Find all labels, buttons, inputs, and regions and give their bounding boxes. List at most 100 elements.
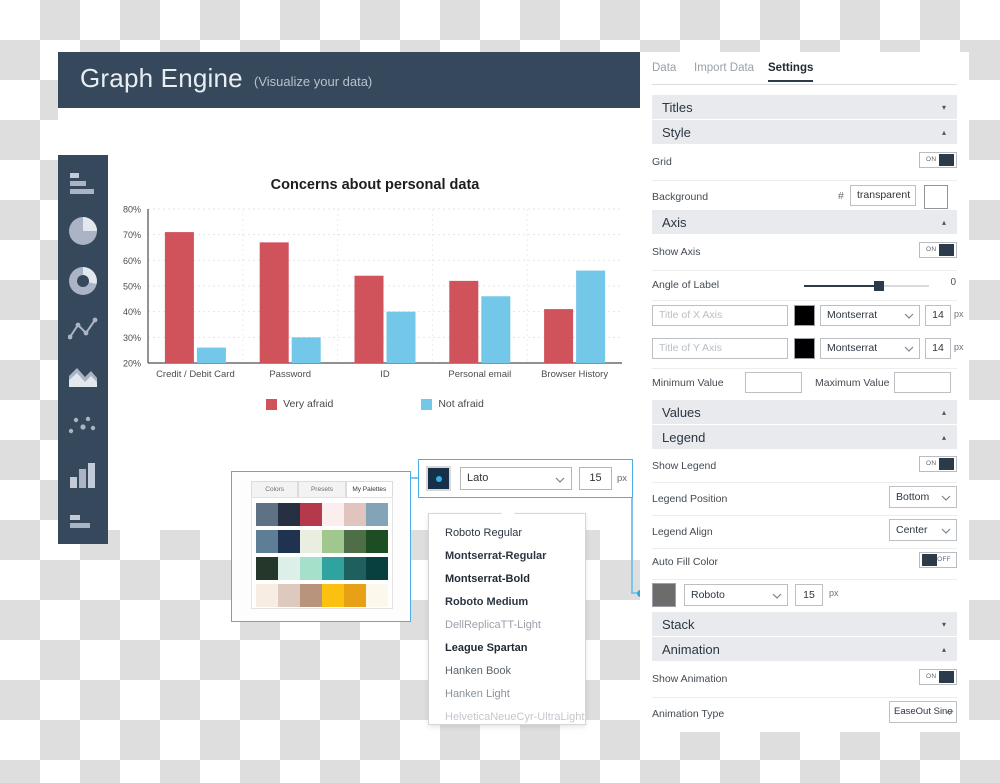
angle-slider-knob[interactable] xyxy=(874,281,884,291)
font-option[interactable]: Roboto Regular xyxy=(429,522,522,545)
palette-swatch[interactable] xyxy=(278,584,300,607)
tab-data[interactable]: Data xyxy=(652,62,676,80)
legend-font-color-swatch[interactable] xyxy=(652,583,676,607)
palette-swatch[interactable] xyxy=(344,584,366,607)
font-option[interactable]: Hanken Book xyxy=(429,660,511,683)
show-animation-toggle[interactable]: ON xyxy=(919,669,957,685)
show-axis-toggle[interactable]: ON xyxy=(919,242,957,258)
chevron-down-icon xyxy=(555,472,565,493)
grid-toggle[interactable]: ON xyxy=(919,152,957,168)
section-header-legend[interactable]: Legend ▴ xyxy=(652,425,957,450)
bar[interactable] xyxy=(291,337,321,363)
horizontal-bar-chart-icon[interactable] xyxy=(58,159,108,207)
font-option[interactable]: Montserrat-Bold xyxy=(429,568,530,591)
legend-item[interactable]: Very afraid xyxy=(266,398,333,410)
font-option[interactable]: League Spartan xyxy=(429,637,528,660)
legend-position-select[interactable]: Bottom xyxy=(889,486,957,508)
bar[interactable] xyxy=(386,311,416,363)
palette-swatch[interactable] xyxy=(322,584,344,607)
bar[interactable] xyxy=(544,309,574,363)
chevron-up-icon: ▴ xyxy=(941,128,946,137)
font-family-dropdown-list[interactable]: Roboto Regular Montserrat-Regular Montserr… xyxy=(428,506,586,725)
palette-swatch[interactable] xyxy=(300,584,322,607)
bar[interactable] xyxy=(196,347,226,363)
palette-row[interactable] xyxy=(256,503,388,526)
palette-swatch[interactable] xyxy=(366,557,388,580)
section-header-values[interactable]: Values ▴ xyxy=(652,400,957,425)
palette-swatch[interactable] xyxy=(366,584,388,607)
section-header-titles[interactable]: Titles ▾ xyxy=(652,95,957,120)
y-axis-font-select[interactable]: Montserrat xyxy=(820,338,920,359)
section-header-style[interactable]: Style ▴ xyxy=(652,120,957,145)
section-header-stack[interactable]: Stack ▾ xyxy=(652,612,957,637)
tab-import-data[interactable]: Import Data xyxy=(694,62,754,80)
palette-swatch[interactable] xyxy=(366,503,388,526)
palette-row[interactable] xyxy=(256,557,388,580)
font-option[interactable]: HelveticaNeueCyr-UltraLight xyxy=(429,706,584,729)
font-option[interactable]: Montserrat-Regular xyxy=(429,545,546,568)
palette-swatch[interactable] xyxy=(256,557,278,580)
scatter-chart-icon[interactable] xyxy=(58,403,108,451)
bar[interactable] xyxy=(576,270,606,363)
tab-settings[interactable]: Settings xyxy=(768,62,814,82)
palette-swatch[interactable] xyxy=(256,584,278,607)
palette-tab-colors[interactable]: Colors xyxy=(251,481,299,497)
palette-swatch[interactable] xyxy=(278,557,300,580)
palette-swatch[interactable] xyxy=(322,530,344,553)
section-header-axis[interactable]: Axis ▴ xyxy=(652,210,957,235)
maximum-value-input[interactable] xyxy=(894,372,951,393)
y-axis-color-swatch[interactable] xyxy=(794,338,815,359)
line-chart-icon[interactable] xyxy=(58,305,108,353)
pie-chart-icon[interactable] xyxy=(58,207,108,255)
bar[interactable] xyxy=(481,296,511,363)
palette-swatch[interactable] xyxy=(256,503,278,526)
palette-swatch[interactable] xyxy=(256,530,278,553)
y-axis-title-input[interactable]: Title of Y Axis xyxy=(652,338,788,359)
show-legend-toggle[interactable]: ON xyxy=(919,456,957,472)
font-option[interactable]: Roboto Medium xyxy=(429,591,528,614)
section-header-animation[interactable]: Animation ▴ xyxy=(652,637,957,662)
column-chart-icon[interactable] xyxy=(58,451,108,499)
legend-align-select[interactable]: Center xyxy=(889,519,957,541)
legend-font-select[interactable]: Roboto xyxy=(684,584,788,606)
bar[interactable] xyxy=(164,232,194,363)
background-color-swatch[interactable] xyxy=(924,185,948,209)
palette-swatch[interactable] xyxy=(366,530,388,553)
font-color-swatch[interactable] xyxy=(426,466,451,491)
x-axis-font-size-input[interactable]: 14 xyxy=(925,305,951,326)
background-color-input[interactable]: transparent xyxy=(850,185,916,206)
area-chart-icon[interactable] xyxy=(58,353,108,401)
auto-fill-color-toggle[interactable]: OFF xyxy=(919,552,957,568)
legend-item[interactable]: Not afraid xyxy=(421,398,484,410)
x-axis-color-swatch[interactable] xyxy=(794,305,815,326)
palette-swatch[interactable] xyxy=(322,503,344,526)
palette-swatch[interactable] xyxy=(278,530,300,553)
animation-type-select[interactable]: EaseOut Sine xyxy=(889,701,957,723)
bar[interactable] xyxy=(259,242,289,363)
font-option[interactable]: DellReplicaTT-Light xyxy=(429,614,541,637)
minimum-value-input[interactable] xyxy=(745,372,802,393)
palette-swatch[interactable] xyxy=(344,530,366,553)
font-size-input[interactable]: 15 xyxy=(579,467,612,490)
palette-swatch[interactable] xyxy=(300,557,322,580)
palette-swatch[interactable] xyxy=(300,503,322,526)
palette-row[interactable] xyxy=(256,584,388,607)
x-axis-font-select[interactable]: Montserrat xyxy=(820,305,920,326)
palette-swatch[interactable] xyxy=(322,557,344,580)
palette-swatch[interactable] xyxy=(300,530,322,553)
palette-row[interactable] xyxy=(256,530,388,553)
x-axis-title-input[interactable]: Title of X Axis xyxy=(652,305,788,326)
palette-tab-my-palettes[interactable]: My Palettes xyxy=(345,481,393,497)
palette-swatch[interactable] xyxy=(278,503,300,526)
font-option[interactable]: Hanken Light xyxy=(429,683,510,706)
bar[interactable] xyxy=(354,275,384,363)
legend-font-size-input[interactable]: 15 xyxy=(795,584,823,606)
horizontal-bar-chart-icon-2[interactable] xyxy=(58,499,108,547)
palette-swatch[interactable] xyxy=(344,503,366,526)
palette-swatch[interactable] xyxy=(344,557,366,580)
y-axis-font-size-input[interactable]: 14 xyxy=(925,338,951,359)
palette-tab-presets[interactable]: Presets xyxy=(298,481,346,497)
donut-chart-icon[interactable] xyxy=(58,257,108,305)
font-family-select[interactable]: Lato xyxy=(460,467,572,490)
bar[interactable] xyxy=(449,280,479,363)
